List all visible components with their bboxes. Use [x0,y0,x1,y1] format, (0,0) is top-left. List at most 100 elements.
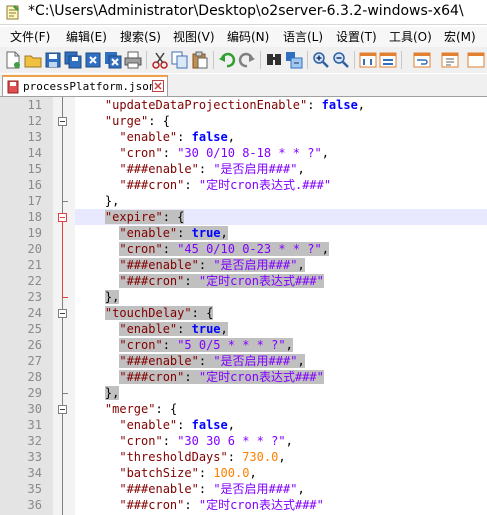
code-line[interactable]: 28 "###cron": "定时cron表达式###" [0,369,487,385]
code-text: "cron": "30 30 6 * * ?", [119,434,293,448]
all-chars-icon[interactable] [441,51,459,69]
line-number: 28 [27,370,42,384]
code-line[interactable]: 21 "###enable": "是否启用###", [0,257,487,273]
code-text: "enable": false, [119,130,235,144]
menu-search[interactable]: 搜索(S) [120,28,161,45]
toolbar-separator [307,51,308,69]
code-line[interactable]: 23 }, [0,289,487,305]
tab-processplatform-json[interactable]: processPlatform.json [2,75,168,96]
toolbar-separator [146,51,147,69]
code-line[interactable]: 33 "thresholdDays": 730.0, [0,449,487,465]
code-editor[interactable]: 11 "updateDataProjectionEnable": false, 1… [0,97,487,515]
code-line[interactable]: 31 "enable": false, [0,417,487,433]
code-line[interactable]: 34 "batchSize": 100.0, [0,465,487,481]
code-line[interactable]: 14 "cron": "30 0/10 8-18 * * ?", [0,145,487,161]
code-line[interactable]: 11 "updateDataProjectionEnable": false, [0,97,487,113]
menu-view[interactable]: 视图(V) [173,28,215,45]
sync-horizontal-icon[interactable] [379,51,397,69]
line-number: 33 [27,450,42,464]
line-number: 16 [27,178,42,192]
code-text: "###cron": "定时cron表达式###" [119,498,324,512]
copy-icon[interactable] [171,51,189,69]
code-text: "###enable": "是否启用###", [119,258,305,272]
code-text: "batchSize": 100.0, [119,466,257,480]
code-line[interactable]: 30 "merge": { [0,401,487,417]
code-line[interactable]: 15 "###enable": "是否启用###", [0,161,487,177]
code-line[interactable]: 18 "expire": { [0,209,487,225]
zoom-out-icon[interactable] [332,51,350,69]
line-number: 17 [27,194,42,208]
replace-icon[interactable] [285,51,303,69]
line-number: 31 [27,418,42,432]
sync-vertical-icon[interactable] [359,51,377,69]
code-line[interactable]: 26 "cron": "5 0/5 * * * ?", [0,337,487,353]
close-all-icon[interactable] [104,51,122,69]
fold-toggle-touchdelay[interactable] [58,309,67,318]
line-number: 34 [27,466,42,480]
code-line[interactable]: 12 "urge": { [0,113,487,129]
open-file-icon[interactable] [24,51,42,69]
menu-language[interactable]: 语言(L) [283,28,323,45]
menu-tools[interactable]: 工具(O) [389,28,432,45]
line-number: 30 [27,402,42,416]
code-text: "###enable": "是否启用###", [119,354,305,368]
paste-icon[interactable] [191,51,209,69]
close-tab-icon[interactable] [152,80,164,92]
redo-icon[interactable] [238,51,256,69]
fold-toggle-expire[interactable] [58,213,67,222]
code-line[interactable]: 16 "###cron": "定时cron表达式.###" [0,177,487,193]
code-text: "cron": "45 0/10 0-23 * * ?", [119,242,329,256]
line-number: 12 [27,114,42,128]
code-line[interactable]: 19 "enable": true, [0,225,487,241]
code-text: "enable": true, [119,322,228,336]
find-icon[interactable] [265,51,283,69]
code-line[interactable]: 29 }, [0,385,487,401]
line-number: 32 [27,434,42,448]
menu-macro[interactable]: 宏(M) [444,28,476,45]
code-line[interactable]: 13 "enable": false, [0,129,487,145]
code-text: "###enable": "是否启用###", [119,482,305,496]
fold-toggle-urge[interactable] [58,117,67,126]
cut-icon[interactable] [151,51,169,69]
code-line[interactable]: 25 "enable": true, [0,321,487,337]
code-text: "updateDataProjectionEnable": false, [104,98,366,112]
toolbar [0,47,487,73]
code-text: "###cron": "定时cron表达式.###" [119,178,332,192]
menu-file[interactable]: 文件(F) [10,28,50,45]
line-number: 27 [27,354,42,368]
code-line[interactable]: 32 "cron": "30 30 6 * * ?", [0,433,487,449]
fold-toggle-merge[interactable] [58,405,67,414]
fold-guide [62,202,63,213]
menu-settings[interactable]: 设置(T) [336,28,377,45]
code-line[interactable]: 22 "###cron": "定时cron表达式###" [0,273,487,289]
notepad-icon [6,5,19,20]
code-text: "###cron": "定时cron表达式###" [119,274,324,288]
line-number: 35 [27,482,42,496]
undo-icon[interactable] [218,51,236,69]
save-all-icon[interactable] [64,51,82,69]
zoom-in-icon[interactable] [312,51,330,69]
window-title: *C:\Users\Administrator\Desktop\o2server… [28,3,464,19]
line-number: 26 [27,338,42,352]
code-line[interactable]: 17 }, [0,193,487,209]
save-icon[interactable] [44,51,62,69]
menu-encoding[interactable]: 编码(N) [227,28,269,45]
print-icon[interactable] [124,51,142,69]
code-text: "cron": "5 0/5 * * * ?", [119,338,293,352]
close-icon[interactable] [84,51,102,69]
tab-bar: processPlatform.json [0,74,487,97]
code-text: "enable": false, [119,418,235,432]
tab-label: processPlatform.json [23,80,156,93]
modified-file-icon [7,80,19,94]
code-line[interactable]: 20 "cron": "45 0/10 0-23 * * ?", [0,241,487,257]
code-line[interactable]: 35 "###enable": "是否启用###", [0,481,487,497]
code-line[interactable]: 27 "###enable": "是否启用###", [0,353,487,369]
fold-guide-active [62,222,63,298]
code-line[interactable]: 36 "###cron": "定时cron表达式###" [0,497,487,513]
indent-guide-icon[interactable] [467,51,485,69]
word-wrap-icon[interactable] [413,51,431,69]
code-line[interactable]: 24 "touchDelay": { [0,305,487,321]
fold-guide [62,126,63,202]
menu-edit[interactable]: 编辑(E) [66,28,107,45]
new-file-icon[interactable] [4,51,22,69]
